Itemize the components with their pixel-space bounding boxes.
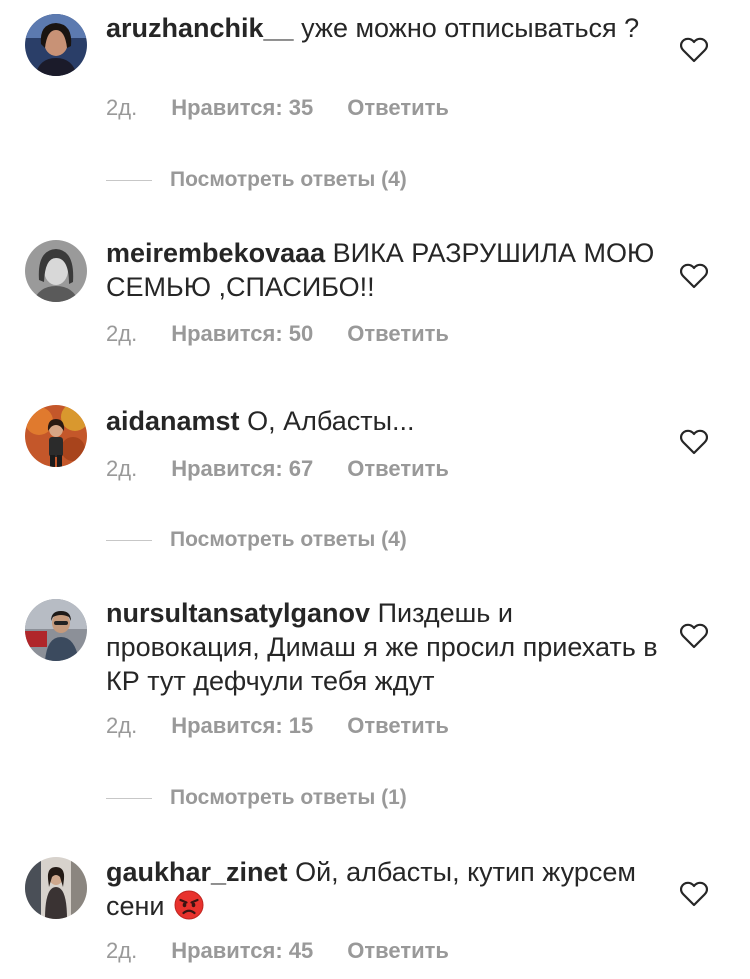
replies-divider (106, 539, 152, 541)
comment-username[interactable]: aruzhanchik__ (106, 13, 294, 43)
comment-meta: 2д. Нравится: 67 Ответить (106, 456, 449, 482)
comment-meta: 2д. Нравится: 15 Ответить (106, 713, 449, 739)
comment-body: О, Албасты... (247, 406, 415, 436)
comment-likes[interactable]: Нравится: 45 (171, 938, 313, 964)
replies-divider (106, 797, 152, 799)
replies-divider (106, 179, 152, 181)
comment-body: уже можно отписываться ? (301, 13, 640, 43)
avatar[interactable] (25, 857, 87, 919)
comment-likes[interactable]: Нравится: 35 (171, 95, 313, 121)
avatar[interactable] (25, 240, 87, 302)
view-replies-label: Посмотреть ответы (4) (170, 168, 407, 191)
heart-outline-icon[interactable] (680, 623, 708, 649)
comment-text: aruzhanchik__ уже можно отписываться ? (106, 11, 666, 45)
comment-text: nursultansatylganov Пиздешь и провокация… (106, 596, 666, 698)
reply-button[interactable]: Ответить (347, 95, 449, 121)
comment-likes[interactable]: Нравится: 67 (171, 456, 313, 482)
view-replies-label: Посмотреть ответы (4) (170, 528, 407, 551)
comment-meta: 2д. Нравится: 50 Ответить (106, 321, 449, 347)
comment-text: meirembekovaaa ВИКА РАЗРУШИЛА МОЮ СЕМЬЮ … (106, 236, 666, 304)
comment-meta: 2д. Нравится: 35 Ответить (106, 95, 449, 121)
comment-likes[interactable]: Нравится: 15 (171, 713, 313, 739)
comment-time: 2д. (106, 321, 138, 346)
comment-likes[interactable]: Нравится: 50 (171, 321, 313, 347)
comment-meta: 2д. Нравится: 45 Ответить (106, 938, 449, 964)
comment-text: gaukhar_zinet Ой, албасты, кутип журсем … (106, 855, 666, 923)
comment-time: 2д. (106, 938, 138, 963)
reply-button[interactable]: Ответить (347, 456, 449, 482)
comment-username[interactable]: meirembekovaaa (106, 238, 325, 268)
comment-username[interactable]: aidanamst (106, 406, 240, 436)
avatar[interactable] (25, 405, 87, 467)
heart-outline-icon[interactable] (680, 37, 708, 63)
heart-outline-icon[interactable] (680, 881, 708, 907)
comment-time: 2д. (106, 456, 138, 481)
view-replies-button[interactable]: Посмотреть ответы (4) (106, 525, 407, 555)
comment-username[interactable]: gaukhar_zinet (106, 857, 288, 887)
comment-time: 2д. (106, 713, 138, 738)
reply-button[interactable]: Ответить (347, 321, 449, 347)
reply-button[interactable]: Ответить (347, 713, 449, 739)
view-replies-label: Посмотреть ответы (1) (170, 786, 407, 809)
view-replies-button[interactable]: Посмотреть ответы (4) (106, 165, 407, 195)
comment-username[interactable]: nursultansatylganov (106, 598, 370, 628)
avatar[interactable] (25, 599, 87, 661)
heart-outline-icon[interactable] (680, 429, 708, 455)
comment-time: 2д. (106, 95, 138, 120)
heart-outline-icon[interactable] (680, 263, 708, 289)
view-replies-button[interactable]: Посмотреть ответы (1) (106, 783, 407, 813)
angry-face-emoji (174, 890, 204, 920)
reply-button[interactable]: Ответить (347, 938, 449, 964)
avatar[interactable] (25, 14, 87, 76)
comment-text: aidanamst О, Албасты... (106, 404, 666, 438)
